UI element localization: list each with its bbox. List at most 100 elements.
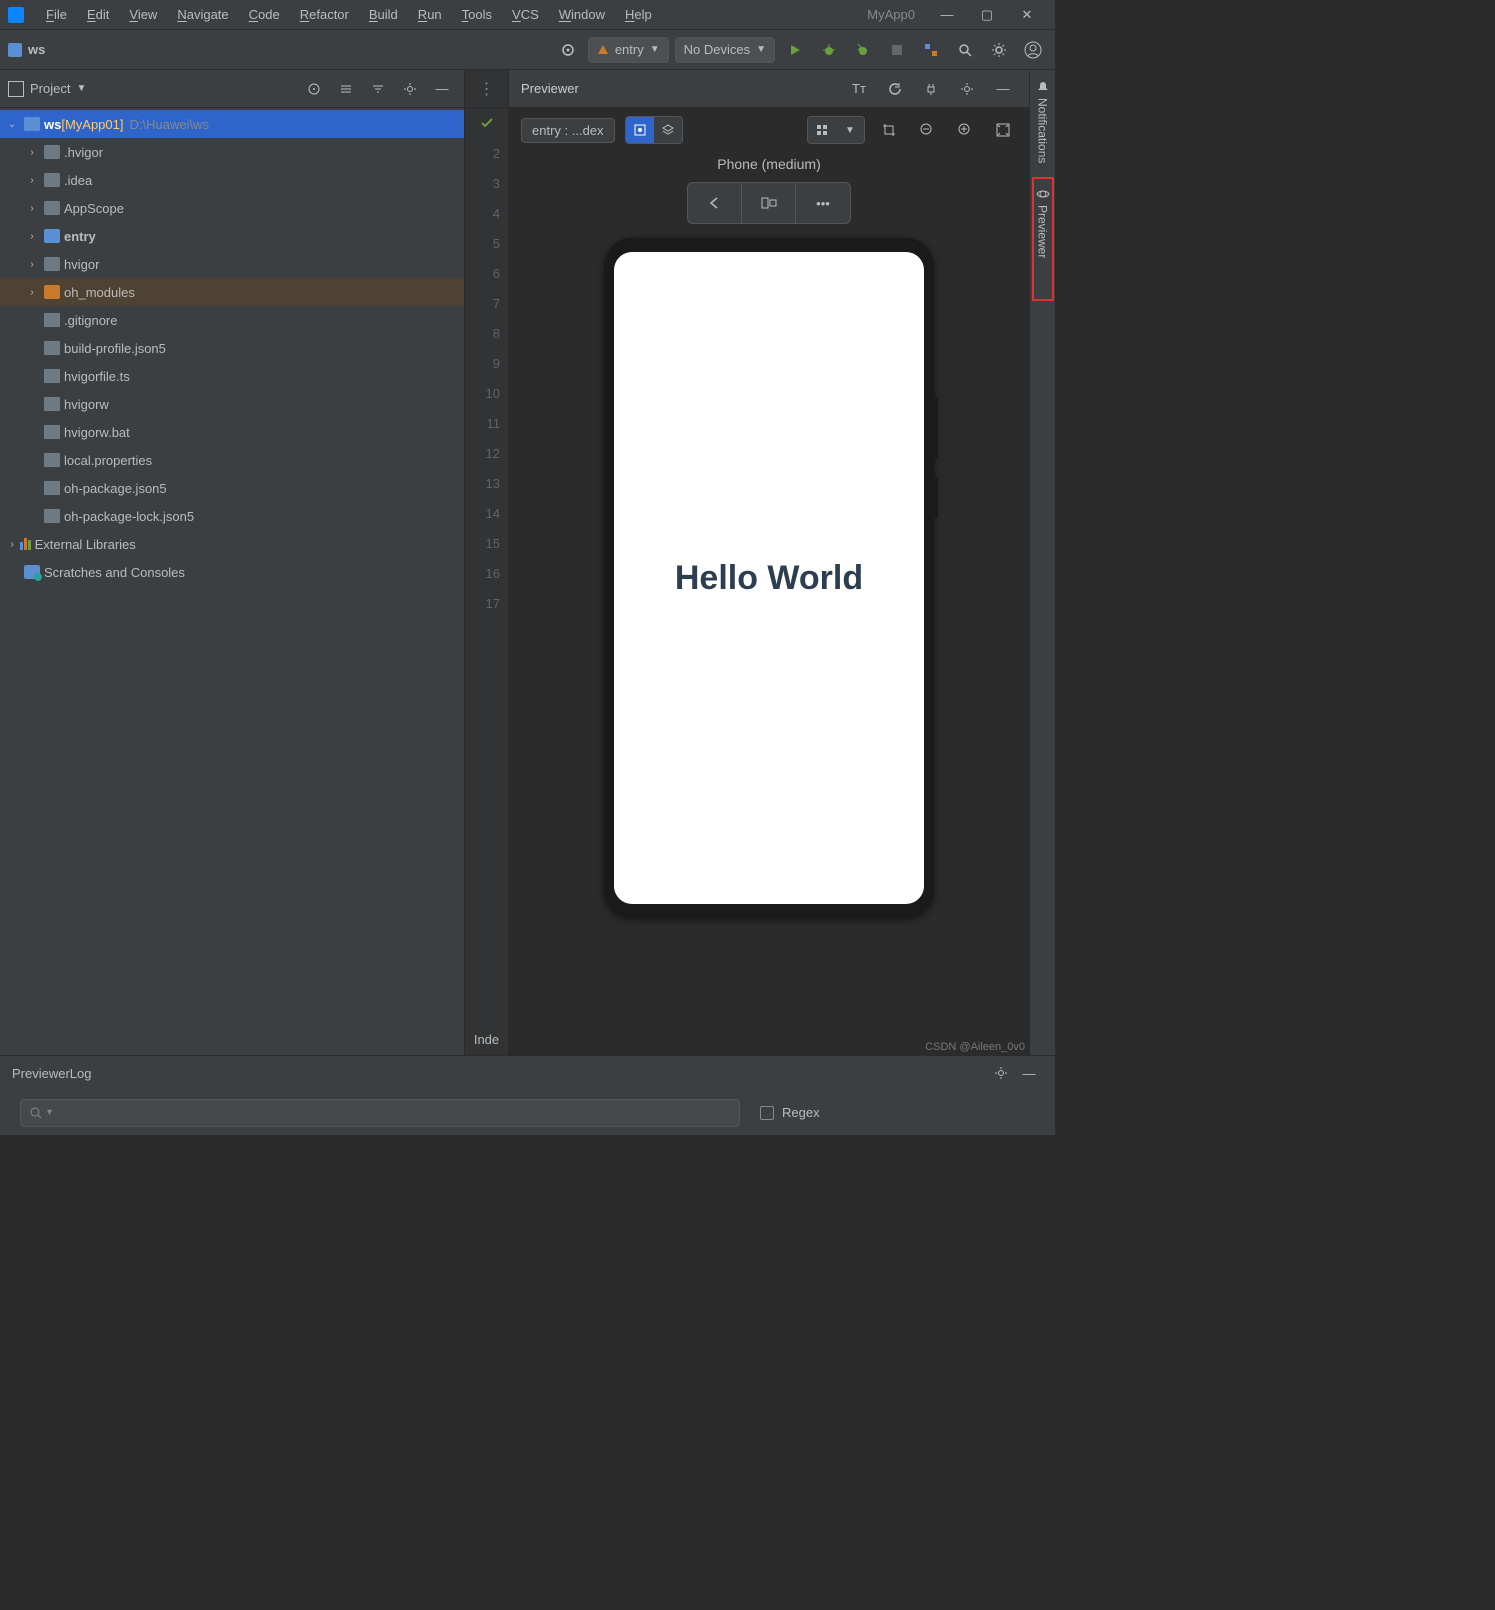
tree-external-libraries[interactable]: › External Libraries: [0, 530, 464, 558]
fit-screen-icon[interactable]: [989, 116, 1017, 144]
tree-file-localproperties[interactable]: local.properties: [0, 446, 464, 474]
maximize-button[interactable]: ▢: [967, 0, 1007, 30]
previewer-settings-icon[interactable]: [953, 75, 981, 103]
zoom-out-icon[interactable]: [913, 116, 941, 144]
layers-icon[interactable]: [654, 117, 682, 143]
search-icon[interactable]: [951, 36, 979, 64]
more-icon[interactable]: •••: [796, 183, 850, 223]
tree-file-ohpackagejson5[interactable]: oh-package.json5: [0, 474, 464, 502]
regex-checkbox[interactable]: [760, 1106, 774, 1120]
line-number[interactable]: 11: [465, 408, 508, 438]
line-number[interactable]: 8: [465, 318, 508, 348]
tree-root[interactable]: ⌄ws [MyApp01]D:\Huawei\ws: [0, 110, 464, 138]
rotate-icon[interactable]: [742, 183, 796, 223]
tree-folder-hvigor[interactable]: ›.hvigor: [0, 138, 464, 166]
previewer-tab[interactable]: Previewer: [1032, 177, 1054, 300]
tree-file-hvigorwbat[interactable]: hvigorw.bat: [0, 418, 464, 446]
menu-refactor[interactable]: Refactor: [290, 7, 359, 22]
menu-build[interactable]: Build: [359, 7, 408, 22]
text-size-icon[interactable]: Tᴛ: [845, 75, 873, 103]
preview-target-chip[interactable]: entry : ...dex: [521, 118, 615, 143]
line-number[interactable]: 12: [465, 438, 508, 468]
line-number[interactable]: 10: [465, 378, 508, 408]
close-button[interactable]: ✕: [1007, 0, 1047, 30]
line-number[interactable]: 9: [465, 348, 508, 378]
tree-file-hvigorfilets[interactable]: hvigorfile.ts: [0, 362, 464, 390]
menu-edit[interactable]: Edit: [77, 7, 119, 22]
plug-icon[interactable]: [917, 75, 945, 103]
tree-file-hvigorw[interactable]: hvigorw: [0, 390, 464, 418]
zoom-in-icon[interactable]: [951, 116, 979, 144]
coverage-button[interactable]: [849, 36, 877, 64]
run-config-select[interactable]: entry ▼: [588, 37, 669, 63]
tree-file-gitignore[interactable]: .gitignore: [0, 306, 464, 334]
minimize-button[interactable]: —: [927, 0, 967, 30]
inspect-mode-icon[interactable]: [626, 117, 654, 143]
menu-vcs[interactable]: VCS: [502, 7, 549, 22]
menu-run[interactable]: Run: [408, 7, 452, 22]
line-number[interactable]: 3: [465, 168, 508, 198]
grid-icon[interactable]: [808, 117, 836, 143]
panel-settings-icon[interactable]: [396, 75, 424, 103]
previewer-hide-icon[interactable]: —: [989, 75, 1017, 103]
inspection-status-icon[interactable]: [465, 108, 508, 138]
breadcrumb[interactable]: ws: [28, 42, 45, 57]
target-icon[interactable]: [554, 36, 582, 64]
editor-gutter-menu-icon[interactable]: ⋮: [465, 70, 508, 108]
main-area: Project ▼ — ⌄ws [MyApp01]D:\Huawei\ws›.h…: [0, 70, 1055, 1055]
preview-content-text: Hello World: [675, 559, 863, 598]
select-opened-file-icon[interactable]: [300, 75, 328, 103]
breadcrumb-icon: [8, 43, 22, 57]
device-type-label: Phone (medium): [509, 152, 1029, 176]
line-number[interactable]: 7: [465, 288, 508, 318]
tree-folder-entry[interactable]: ›entry: [0, 222, 464, 250]
menu-navigate[interactable]: Navigate: [167, 7, 238, 22]
tree-folder-idea[interactable]: ›.idea: [0, 166, 464, 194]
menu-file[interactable]: File: [36, 7, 77, 22]
menu-window[interactable]: Window: [549, 7, 615, 22]
menu-view[interactable]: View: [119, 7, 167, 22]
line-number[interactable]: 2: [465, 138, 508, 168]
grid-dropdown-icon[interactable]: ▼: [836, 117, 864, 143]
previewer-log-title[interactable]: PreviewerLog: [12, 1066, 987, 1081]
refresh-icon[interactable]: [881, 75, 909, 103]
structure-icon[interactable]: [917, 36, 945, 64]
line-number[interactable]: 6: [465, 258, 508, 288]
phone-screen[interactable]: Hello World: [614, 252, 924, 904]
line-number[interactable]: 4: [465, 198, 508, 228]
tree-file-buildprofilejson5[interactable]: build-profile.json5: [0, 334, 464, 362]
nav-back-icon[interactable]: [688, 183, 742, 223]
expand-all-icon[interactable]: [332, 75, 360, 103]
line-number[interactable]: 5: [465, 228, 508, 258]
tree-folder-oh_modules[interactable]: ›oh_modules: [0, 278, 464, 306]
device-select[interactable]: No Devices ▼: [675, 37, 775, 63]
line-number[interactable]: 15: [465, 528, 508, 558]
tree-folder-hvigor[interactable]: ›hvigor: [0, 250, 464, 278]
tree-file-ohpackagelockjson5[interactable]: oh-package-lock.json5: [0, 502, 464, 530]
stop-button[interactable]: [883, 36, 911, 64]
line-number[interactable]: 16: [465, 558, 508, 588]
account-icon[interactable]: [1019, 36, 1047, 64]
line-number[interactable]: 13: [465, 468, 508, 498]
project-tree[interactable]: ⌄ws [MyApp01]D:\Huawei\ws›.hvigor›.idea›…: [0, 108, 464, 1055]
tree-scratches[interactable]: Scratches and Consoles: [0, 558, 464, 586]
menu-help[interactable]: Help: [615, 7, 662, 22]
line-number[interactable]: 17: [465, 588, 508, 618]
menu-tools[interactable]: Tools: [452, 7, 502, 22]
settings-icon[interactable]: [985, 36, 1013, 64]
chevron-down-icon[interactable]: ▼: [76, 83, 86, 94]
crop-icon[interactable]: [875, 116, 903, 144]
run-button[interactable]: [781, 36, 809, 64]
debug-button[interactable]: [815, 36, 843, 64]
notifications-tab[interactable]: Notifications: [1034, 70, 1052, 173]
editor-gutter: ⋮ 234567891011121314151617 Inde: [465, 70, 509, 1055]
hide-panel-icon[interactable]: —: [428, 75, 456, 103]
log-search-input[interactable]: ▾: [20, 1099, 740, 1127]
log-settings-icon[interactable]: [987, 1059, 1015, 1087]
collapse-all-icon[interactable]: [364, 75, 392, 103]
log-hide-icon[interactable]: —: [1015, 1059, 1043, 1087]
menu-code[interactable]: Code: [239, 7, 290, 22]
line-number[interactable]: 14: [465, 498, 508, 528]
tree-folder-AppScope[interactable]: ›AppScope: [0, 194, 464, 222]
project-title[interactable]: Project: [30, 81, 70, 96]
